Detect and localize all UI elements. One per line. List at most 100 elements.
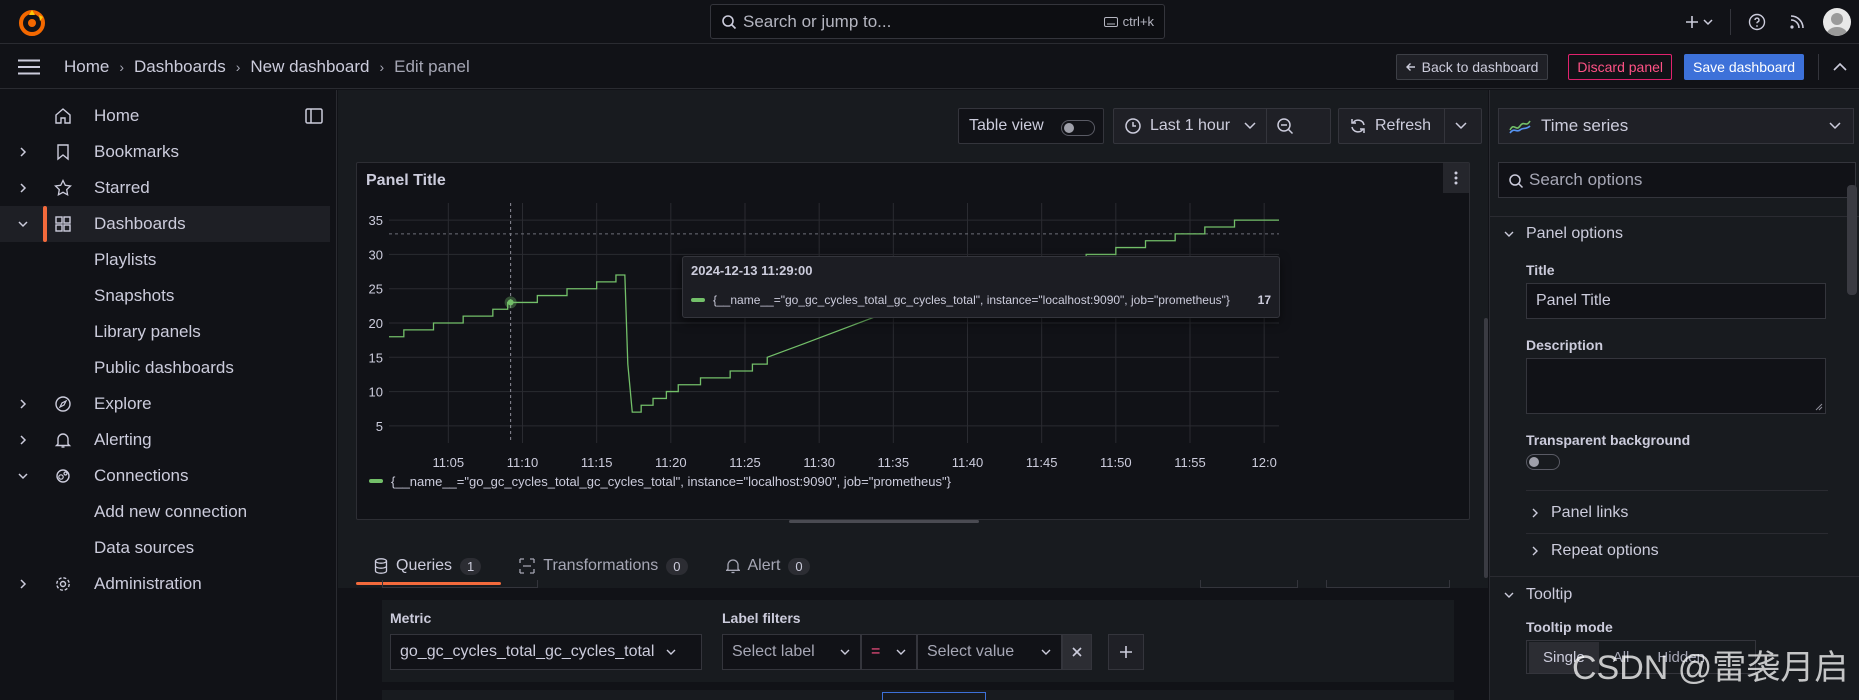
sidebar-item-explore[interactable]: Explore: [0, 386, 330, 422]
divider: [1266, 109, 1268, 143]
tooltip-mode-label: Tooltip mode: [1526, 619, 1613, 635]
sidebar-item-connections[interactable]: Connections: [0, 458, 330, 494]
y-tick-label: 10: [369, 385, 383, 400]
metric-select[interactable]: go_gc_cycles_total_gc_cycles_total: [390, 634, 702, 670]
y-tick-label: 20: [369, 316, 383, 331]
x-tick-label: 11:10: [507, 455, 539, 470]
toggle-switch[interactable]: [1061, 120, 1095, 136]
sidebar-item-dashboards[interactable]: Dashboards: [0, 206, 330, 242]
chevron-right-icon: ›: [379, 58, 385, 75]
operator-select[interactable]: =: [861, 634, 917, 670]
refresh-button[interactable]: Refresh: [1338, 108, 1482, 144]
options-search-input[interactable]: Search options: [1498, 162, 1856, 198]
search-icon: [721, 14, 737, 30]
description-textarea[interactable]: [1526, 358, 1826, 414]
chevron-right-icon[interactable]: [16, 145, 30, 159]
chevron-right-icon[interactable]: [16, 433, 30, 447]
time-series-chart[interactable]: 5 10 15 20 25 30 35 11:05 11:10 11:15 11:20 11:25 11…: [357, 203, 1469, 503]
new-plus-icon[interactable]: [1682, 8, 1718, 36]
sidebar-item-snapshots[interactable]: Snapshots: [0, 278, 330, 314]
sidebar-item-playlists[interactable]: Playlists: [0, 242, 330, 278]
panel-options-section[interactable]: Panel options: [1490, 216, 1859, 252]
transparent-background-toggle[interactable]: [1526, 454, 1560, 470]
options-scrollbar[interactable]: [1847, 185, 1857, 295]
chevron-up-icon[interactable]: [1833, 62, 1847, 72]
chevron-down-icon: [1244, 122, 1256, 130]
chevron-right-icon[interactable]: [16, 397, 30, 411]
top-bar: Search or jump to... ctrl+k: [0, 0, 1859, 44]
editor-scrollbar[interactable]: [1484, 318, 1488, 578]
title-input[interactable]: Panel Title: [1526, 283, 1826, 319]
connections-icon: [54, 467, 72, 485]
sidebar-item-public-dashboards[interactable]: Public dashboards: [0, 350, 330, 386]
panel-menu-icon[interactable]: [1443, 163, 1469, 193]
help-icon[interactable]: [1743, 8, 1771, 36]
sidebar-item-data-sources[interactable]: Data sources: [0, 530, 330, 566]
value-select[interactable]: Select value: [917, 634, 1062, 670]
query-secondary-button[interactable]: [882, 692, 986, 700]
table-view-toggle[interactable]: Table view: [958, 108, 1104, 144]
breadcrumb-home[interactable]: Home: [64, 57, 109, 77]
user-avatar[interactable]: [1823, 8, 1851, 36]
grafana-logo-icon[interactable]: [18, 9, 46, 37]
sidebar-item-starred[interactable]: Starred: [0, 170, 330, 206]
chevron-right-icon[interactable]: [16, 577, 30, 591]
chevron-down-icon[interactable]: [1455, 122, 1467, 130]
chevron-down-icon: [896, 649, 906, 656]
sidebar-item-alerting[interactable]: Alerting: [0, 422, 330, 458]
divider: [1526, 490, 1828, 491]
plus-icon: [1120, 646, 1132, 658]
time-range-picker[interactable]: Last 1 hour: [1113, 108, 1331, 144]
zoom-out-icon[interactable]: [1276, 117, 1294, 135]
tooltip-series: {__name__="go_gc_cycles_total_gc_cycles_…: [713, 293, 1230, 307]
query-header-control[interactable]: [1200, 580, 1298, 588]
label-select[interactable]: Select label: [722, 634, 861, 670]
panel-links-section[interactable]: Panel links: [1526, 495, 1826, 531]
transform-icon: [519, 558, 535, 574]
sidebar-item-bookmarks[interactable]: Bookmarks: [0, 134, 330, 170]
remove-filter-button[interactable]: [1062, 634, 1092, 670]
breadcrumb: Home › Dashboards › New dashboard › Edit…: [64, 57, 470, 77]
chevron-down-icon[interactable]: [16, 217, 30, 231]
tab-alert[interactable]: Alert 0: [708, 557, 830, 585]
time-series-viz-icon: [1509, 118, 1531, 134]
bell-icon: [725, 558, 740, 574]
editor-tabs: Queries 1 Transformations 0 Alert 0: [356, 545, 830, 585]
resize-grip-icon: [1815, 403, 1823, 411]
visualization-picker[interactable]: Time series: [1498, 108, 1854, 144]
database-icon: [374, 558, 388, 574]
tab-count: 0: [666, 557, 688, 575]
breadcrumb-dashboards[interactable]: Dashboards: [134, 57, 226, 77]
panel-resize-handle[interactable]: [789, 520, 979, 523]
metric-label: Metric: [390, 610, 432, 626]
add-filter-button[interactable]: [1108, 634, 1144, 670]
y-tick-label: 35: [369, 213, 383, 228]
discard-panel-button[interactable]: Discard panel: [1568, 54, 1673, 80]
chevron-down-icon[interactable]: [16, 469, 30, 483]
chevron-right-icon[interactable]: [16, 181, 30, 195]
back-to-dashboard-button[interactable]: Back to dashboard: [1395, 54, 1549, 80]
sidebar-item-library-panels[interactable]: Library panels: [0, 314, 330, 350]
tab-count: 1: [460, 557, 482, 575]
y-tick-label: 15: [369, 350, 383, 365]
menu-icon[interactable]: [18, 59, 48, 75]
save-dashboard-button[interactable]: Save dashboard: [1684, 54, 1804, 80]
arrow-left-icon: [1405, 62, 1416, 72]
search-bar[interactable]: Search or jump to... ctrl+k: [710, 4, 1165, 39]
title-label: Title: [1526, 262, 1555, 278]
sidebar-item-home[interactable]: Home: [0, 98, 330, 134]
query-editor: Metric go_gc_cycles_total_gc_cycles_tota…: [338, 318, 1488, 700]
sidebar-item-administration[interactable]: Administration: [0, 566, 330, 602]
shortcut-hint: ctrl+k: [1103, 14, 1154, 29]
breadcrumb-new-dashboard[interactable]: New dashboard: [250, 57, 369, 77]
query-header-control[interactable]: [1326, 580, 1450, 588]
repeat-options-section[interactable]: Repeat options: [1526, 533, 1826, 569]
legend-label[interactable]: {__name__="go_gc_cycles_total_gc_cycles_…: [391, 474, 952, 489]
query-header-control[interactable]: [382, 580, 538, 588]
tooltip-section[interactable]: Tooltip: [1490, 577, 1859, 613]
chevron-right-icon: ›: [235, 58, 241, 75]
chevron-down-icon: [1829, 122, 1841, 130]
sidebar-item-add-new-connection[interactable]: Add new connection: [0, 494, 330, 530]
cog-icon: [54, 575, 72, 593]
news-rss-icon[interactable]: [1783, 8, 1811, 36]
